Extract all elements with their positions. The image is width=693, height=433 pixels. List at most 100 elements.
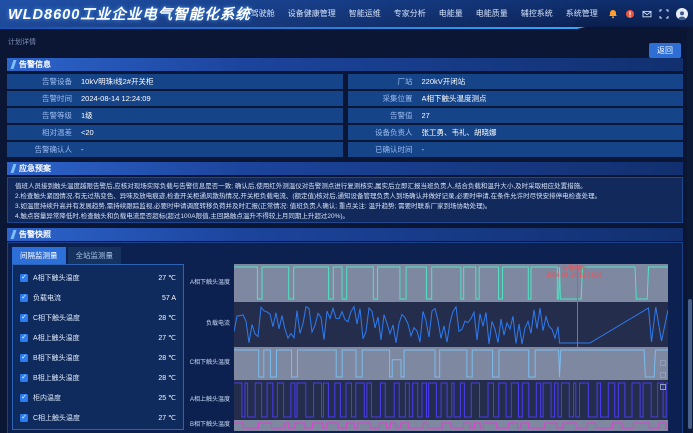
section-title: 应急预案 [19, 163, 51, 174]
section-header-emergency-plan: 应急预案 [7, 162, 683, 175]
info-row: 厂站 220kV开闭站 [348, 74, 684, 89]
info-label: 厂站 [348, 76, 422, 87]
info-value: 2024-08-14 12:24:09 [81, 94, 151, 103]
alarm-info-table: 告警设备 10kV明珠I线2#开关柜 告警时间 2024-08-14 12:24… [7, 74, 683, 157]
alarm-info-right-column: 厂站 220kV开闭站 采集位置 A相下触头温度测点 告警值 27 设备负责人 … [348, 74, 684, 157]
header-underline [0, 27, 585, 29]
info-label: 设备负责人 [348, 127, 422, 138]
nav-item[interactable]: 电能质量 [476, 8, 508, 19]
measurement-list: A相下触头温度 27 ℃ 负载电流 57 A C相下触头温度 28 ℃ A相上触… [12, 264, 184, 430]
nav-item[interactable]: 专家分析 [394, 8, 426, 19]
toolbox-save-icon[interactable] [660, 384, 666, 390]
measurement-row[interactable]: 负载电流 57 A [13, 288, 183, 308]
measurement-label: C相下触头温度 [33, 313, 158, 323]
nav-item[interactable]: 辅控系统 [521, 8, 553, 19]
mail-icon[interactable] [642, 9, 652, 19]
band-plot-area [234, 302, 668, 347]
band-axis-label: C相下触头温度 [188, 347, 234, 380]
chart-band: C相下触头温度 [188, 347, 668, 380]
checkbox-checked-icon[interactable] [20, 294, 28, 302]
measurement-row[interactable]: C相下触头温度 28 ℃ [13, 308, 183, 328]
checkbox-checked-icon[interactable] [20, 374, 28, 382]
emergency-plan-panel: 值班人员接到触头温度越限告警后,应核对现场实际负载与告警信息是否一致; 确认后,… [7, 177, 683, 223]
fullscreen-icon[interactable] [659, 9, 669, 19]
snapshot-tabs: 间隔监测量 全站监测量 [12, 247, 121, 264]
info-label: 告警设备 [7, 76, 81, 87]
checkbox-checked-icon[interactable] [20, 354, 28, 362]
measurement-row[interactable]: A相上触头温度 27 ℃ [13, 328, 183, 348]
measurement-row[interactable]: B相下触头温度 28 ℃ [13, 348, 183, 368]
checkbox-checked-icon[interactable] [20, 274, 28, 282]
section-header-alarm-snapshot: 告警快照 [7, 228, 683, 241]
plan-line: 3.如温度持续升高并有发展趋势,需持续跟踪监视,必要时申请调度转移负荷并及时汇报… [15, 202, 675, 212]
band-axis-label: B相下触头温度 [188, 420, 234, 431]
section-accent-icon [11, 164, 17, 173]
toolbox-zoom-icon[interactable] [660, 360, 666, 366]
checkbox-checked-icon[interactable] [20, 394, 28, 402]
main-nav: 驾驶舱 设备健康管理 智能运维 专家分析 电能量 电能质量 辅控系统 系统管理 [251, 8, 598, 19]
series-line [234, 380, 668, 420]
alarm-icon[interactable] [625, 9, 635, 19]
trend-chart: A相下触头温度负载电流C相下触头温度A相上触头温度B相下触头温度 告警时间 20… [188, 264, 668, 430]
info-label: 告警确认人 [7, 144, 81, 155]
measurement-row[interactable]: B相上触头温度 28 ℃ [13, 368, 183, 388]
info-row: 告警时间 2024-08-14 12:24:09 [7, 91, 343, 106]
measurement-value: 28 ℃ [158, 354, 176, 362]
info-value: A相下触头温度测点 [422, 93, 487, 104]
info-row: 告警等级 1级 [7, 108, 343, 123]
measurement-value: 27 ℃ [158, 334, 176, 342]
app-title: WLD8600工业企业电气智能化系统 [8, 3, 251, 24]
measurement-row[interactable]: 柜内温度 25 ℃ [13, 388, 183, 408]
toolbox-restore-icon[interactable] [660, 372, 666, 378]
measurement-value: 25 ℃ [158, 394, 176, 402]
measurement-value: 27 ℃ [158, 414, 176, 422]
page-scrollbar-thumb[interactable] [688, 299, 692, 429]
measurement-label: C相上触头温度 [33, 413, 158, 423]
checkbox-checked-icon[interactable] [20, 414, 28, 422]
alarm-snapshot-panel: 间隔监测量 全站监测量 A相下触头温度 27 ℃ 负载电流 57 A C相下触头… [7, 242, 683, 433]
nav-item[interactable]: 智能运维 [349, 8, 381, 19]
snapshot-tab[interactable]: 全站监测量 [68, 247, 122, 264]
measurement-value: 57 A [162, 295, 176, 302]
measurement-value: 28 ℃ [158, 374, 176, 382]
page: { "header": { "title": "WLD8600工业企业电气智能化… [0, 0, 693, 433]
header-icons: WLD [608, 8, 693, 20]
band-plot-area [234, 264, 668, 302]
info-label: 告警等级 [7, 110, 81, 121]
section-title: 告警信息 [19, 59, 51, 70]
back-button[interactable]: 返回 [649, 43, 681, 58]
nav-item[interactable]: 设备健康管理 [288, 8, 336, 19]
series-line [234, 420, 668, 431]
info-row: 告警确认人 - [7, 142, 343, 157]
info-value: 220kV开闭站 [422, 76, 466, 87]
section-accent-icon [11, 60, 17, 69]
band-axis-label: A相上触头温度 [188, 380, 234, 420]
avatar[interactable] [676, 8, 688, 20]
checkbox-checked-icon[interactable] [20, 334, 28, 342]
chart-band: A相下触头温度 [188, 264, 668, 302]
plan-line: 4.触点容量异常降低时,检查触头和负载电流是否超标(超过100A限值,主回路触点… [15, 212, 675, 222]
nav-item[interactable]: 电能量 [439, 8, 463, 19]
chart-band: A相上触头温度 [188, 380, 668, 420]
measurement-label: A相上触头温度 [33, 333, 158, 343]
info-label: 相对温差 [7, 127, 81, 138]
nav-item[interactable]: 驾驶舱 [251, 8, 275, 19]
measurement-label: 柜内温度 [33, 393, 158, 403]
checkbox-checked-icon[interactable] [20, 314, 28, 322]
info-label: 采集位置 [348, 93, 422, 104]
info-label: 已确认时间 [348, 144, 422, 155]
info-value: 10kV明珠I线2#开关柜 [81, 76, 154, 87]
plan-line: 2.检查触头紧固情况,有无过热变色、异味及放电痕迹,检查开关柜通风散热情况,开关… [15, 192, 675, 202]
bell-icon[interactable] [608, 9, 618, 19]
info-value: 27 [422, 111, 430, 120]
series-line [234, 347, 668, 380]
measurement-value: 28 ℃ [158, 314, 176, 322]
measurement-row[interactable]: A相下触头温度 27 ℃ [13, 268, 183, 288]
band-axis-label: A相下触头温度 [188, 264, 234, 302]
measurement-row[interactable]: C相上触头温度 27 ℃ [13, 408, 183, 428]
measurement-label: B相下触头温度 [33, 353, 158, 363]
app-header: WLD8600工业企业电气智能化系统 驾驶舱 设备健康管理 智能运维 专家分析 … [0, 0, 693, 27]
info-value: 1级 [81, 110, 93, 121]
snapshot-tab[interactable]: 间隔监测量 [12, 247, 66, 264]
nav-item[interactable]: 系统管理 [566, 8, 598, 19]
